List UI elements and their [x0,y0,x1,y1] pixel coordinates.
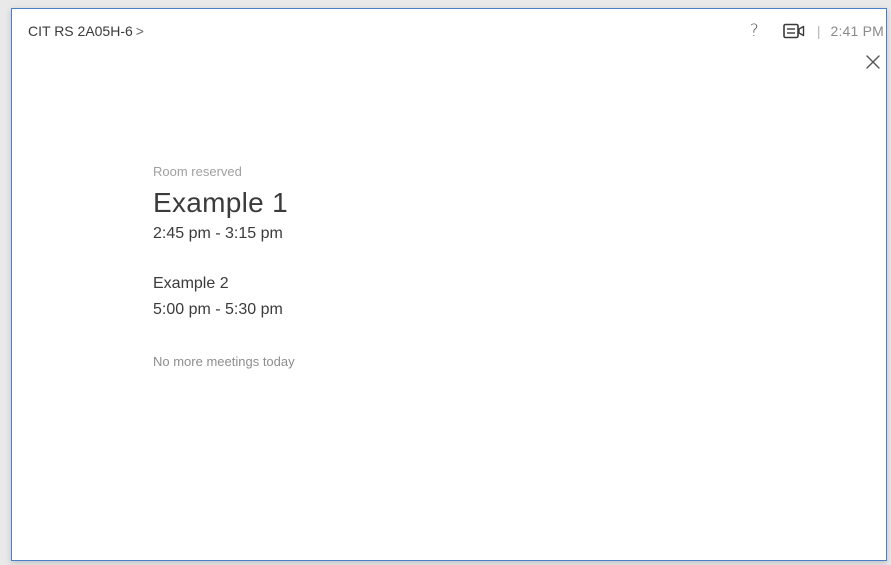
room-panel-window: CIT RS 2A05H-6 > ? | 2:41 PM Room reserv… [11,8,887,561]
next-meeting-time: 5:00 pm - 5:30 pm [153,301,283,318]
help-icon[interactable]: ? [750,21,759,41]
current-meeting-time: 2:45 pm - 3:15 pm [153,225,283,242]
meetings-list: Room reserved Example 1 2:45 pm - 3:15 p… [153,164,295,369]
room-status: Room reserved [153,164,242,179]
room-name: CIT RS 2A05H-6 [28,23,133,39]
chevron-right-icon: > [135,23,144,39]
top-bar: CIT RS 2A05H-6 > ? | 2:41 PM [12,9,886,53]
room-selector[interactable]: CIT RS 2A05H-6 > [28,23,144,39]
header-tools: ? | 2:41 PM [750,21,884,41]
video-camera-icon[interactable] [783,23,805,39]
current-meeting-title: Example 1 [153,187,288,218]
header-separator: | [816,23,821,39]
next-meeting-title: Example 2 [153,275,229,292]
close-icon[interactable] [864,53,882,71]
no-more-meetings-note: No more meetings today [153,354,295,369]
clock: 2:41 PM [830,23,884,39]
